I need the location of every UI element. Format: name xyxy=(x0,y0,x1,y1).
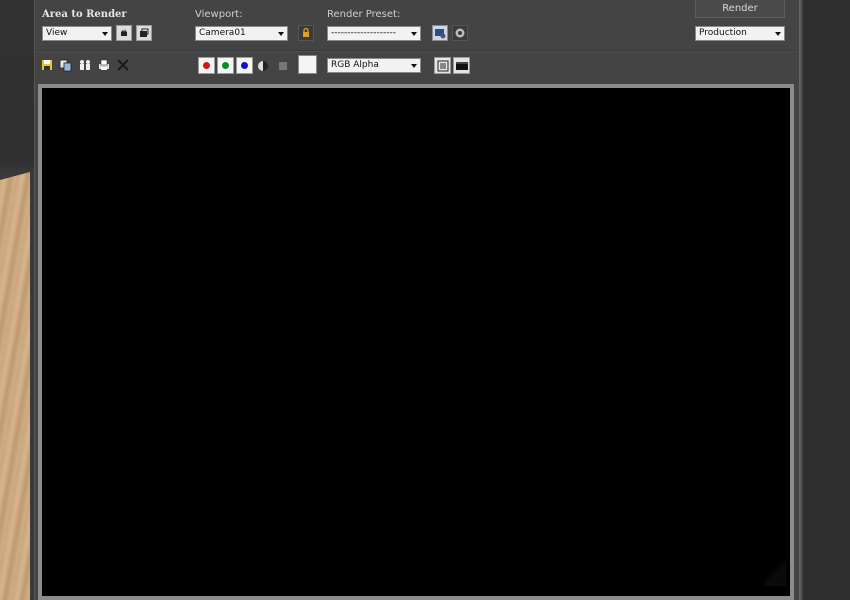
desktop-background-right xyxy=(803,0,850,600)
color-swatch[interactable] xyxy=(298,55,317,74)
toggle-ui-overlay-button[interactable] xyxy=(434,57,451,74)
red-channel-icon xyxy=(203,62,210,69)
red-channel-button[interactable] xyxy=(198,57,215,74)
chevron-down-icon xyxy=(278,32,284,36)
render-mode-dropdown[interactable]: Production xyxy=(695,26,785,41)
background-wood-texture xyxy=(0,172,30,600)
auto-region-button[interactable] xyxy=(136,25,152,41)
chevron-down-icon xyxy=(775,32,781,36)
lock-icon xyxy=(303,27,309,37)
clone-frame-buffer-icon[interactable] xyxy=(78,58,92,72)
green-channel-button[interactable] xyxy=(217,57,234,74)
channel-display-value: RGB Alpha xyxy=(331,60,379,70)
crop-region-icon xyxy=(121,29,127,36)
chevron-down-icon xyxy=(102,32,108,36)
toggle-ui-button[interactable] xyxy=(453,57,470,74)
viewport-dropdown[interactable]: Camera01 xyxy=(195,26,288,41)
edit-region-button[interactable] xyxy=(116,25,132,41)
blue-channel-icon xyxy=(241,62,248,69)
chevron-down-icon xyxy=(411,64,417,68)
environment-effects-button[interactable] xyxy=(452,25,468,41)
render-preset-label: Render Preset: xyxy=(327,9,401,20)
green-channel-icon xyxy=(222,62,229,69)
blue-channel-button[interactable] xyxy=(236,57,253,74)
toolbar-separator-highlight xyxy=(35,51,797,52)
render-preset-dropdown[interactable]: -------------------- xyxy=(327,26,421,41)
area-to-render-label: Area to Render xyxy=(42,9,127,20)
render-setup-icon xyxy=(435,29,446,39)
render-setup-button[interactable] xyxy=(432,25,448,41)
canvas-corner-shading xyxy=(764,556,786,586)
area-to-render-value: View xyxy=(46,28,68,38)
toggle-ui-overlay-icon xyxy=(437,60,449,72)
copy-image-icon[interactable] xyxy=(59,58,73,72)
save-image-icon[interactable] xyxy=(40,58,54,72)
print-icon[interactable] xyxy=(97,58,111,72)
lock-viewport-button[interactable] xyxy=(298,25,314,41)
window-right-edge xyxy=(799,0,803,600)
render-mode-value: Production xyxy=(699,28,747,38)
mono-channel-icon[interactable] xyxy=(256,59,270,73)
clear-icon[interactable] xyxy=(116,58,130,72)
viewport-value: Camera01 xyxy=(199,28,246,38)
render-canvas[interactable] xyxy=(42,88,790,596)
alpha-channel-icon[interactable] xyxy=(276,59,290,73)
render-button[interactable]: Render xyxy=(695,0,785,18)
channel-display-dropdown[interactable]: RGB Alpha xyxy=(327,58,421,73)
chevron-down-icon xyxy=(411,32,417,36)
canvas-frame xyxy=(38,84,794,600)
area-to-render-dropdown[interactable]: View xyxy=(42,26,112,41)
environment-icon xyxy=(455,28,465,38)
auto-region-icon xyxy=(140,28,149,37)
render-preset-value: -------------------- xyxy=(331,28,396,38)
toggle-ui-icon xyxy=(456,62,468,70)
viewport-label: Viewport: xyxy=(195,9,243,20)
